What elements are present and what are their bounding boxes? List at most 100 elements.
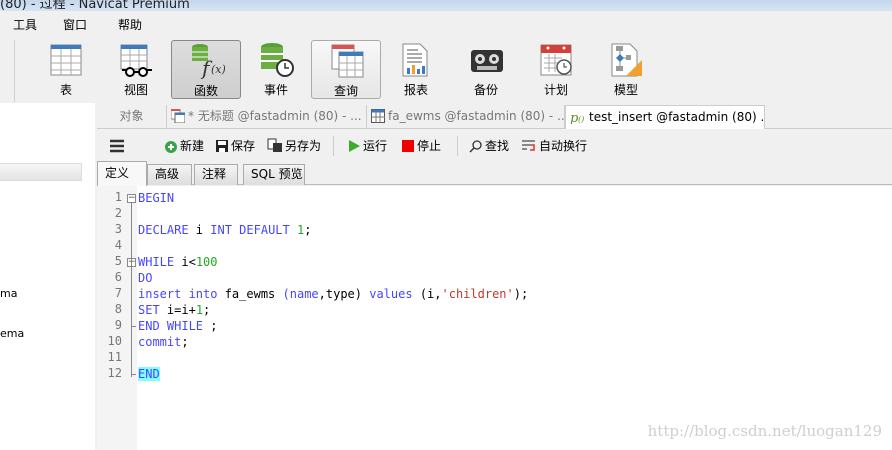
view-icon [120,44,152,77]
line-number: 9 [114,318,122,332]
code-token-kw: SET [138,303,160,317]
sidebar-item[interactable]: ema [0,327,24,340]
fold-line [131,203,132,377]
code-line: END WHILE ; [138,318,217,334]
code-token-id: (i, [412,287,442,301]
hamburger-menu-icon[interactable] [109,139,125,153]
code-token-num: 1 [195,303,204,317]
line-number: 10 [107,334,122,348]
play-icon [349,140,360,152]
fold-end [131,374,136,375]
line-number: 5 [114,254,122,268]
toolbar-view-button[interactable]: 视图 [101,40,171,99]
code-line: commit; [138,334,189,350]
code-token-kw: BEGIN [138,191,175,205]
procedure-icon: p() [570,111,584,126]
report-icon [402,43,428,77]
code-token-num: 100 [195,255,218,269]
add-icon [165,141,177,153]
code-token-id: fa_ewms [217,287,283,301]
toolbar-event-button[interactable]: 事件 [241,40,311,99]
code-token-id [290,223,297,237]
tab-bar: 对象 * 无标题 @fastadmin (80) - ... fa_ewms @… [97,103,892,129]
definition-tabs: 定义 高级 注释 SQL 预览 [97,160,892,186]
toolbar-model-button[interactable]: 模型 [591,40,661,99]
code-line: WHILE i<100 [138,254,218,270]
event-icon [261,43,294,77]
code-line: END [138,366,160,382]
svg-text:(x): (x) [211,63,225,76]
code-token-kw: name [289,287,319,301]
word-wrap-icon [522,140,535,151]
run-button[interactable]: 运行 [347,137,387,154]
menu-tools[interactable]: 工具 [13,16,37,33]
code-token-kw: WHILE [138,255,175,269]
toolbar-backup-button[interactable]: 备份 [451,40,521,99]
title-bar: (80) - 过程 - Navicat Premium [0,0,892,11]
toolbar-function-button[interactable]: f (x) 函数 [171,40,241,99]
stop-button[interactable]: 停止 [401,137,441,154]
tab-untitled-query[interactable]: * 无标题 @fastadmin (80) - ... [167,105,367,129]
new-button[interactable]: 新建 [163,137,204,154]
save-as-button[interactable]: 另存为 [267,137,321,154]
line-number: 4 [114,238,122,252]
line-number: 2 [114,206,122,220]
line-gutter: 123456789101112−− [97,186,137,450]
line-number: 7 [114,286,122,300]
save-icon [216,140,228,152]
code-token-id: ); [513,287,529,301]
save-button[interactable]: 保存 [215,137,255,154]
backup-icon [471,50,503,72]
line-number: 8 [114,302,122,316]
code-token-kw: INT DEFAULT [210,223,290,237]
code-line: DO [138,270,152,286]
function-icon: f (x) [192,44,225,79]
line-number: 1 [114,190,122,204]
subtab-advanced[interactable]: 高级 [147,164,192,185]
sidebar-item[interactable]: ma [0,287,17,300]
code-token-id: i [188,223,211,237]
tab-fa-ewms[interactable]: fa_ewms @fastadmin (80) - ... [367,105,565,129]
subtab-comment[interactable]: 注释 [194,164,238,185]
query-icon [170,108,186,124]
model-icon [611,43,642,77]
toolbar-query-button[interactable]: 查询 [311,40,381,99]
query-icon [331,44,364,78]
code-token-id: ; [304,223,312,237]
word-wrap-button[interactable]: 自动换行 [521,137,587,154]
code-token-kw: commit [138,335,182,349]
menu-window[interactable]: 窗口 [63,16,87,33]
tab-objects[interactable]: 对象 [97,105,167,129]
code-editor[interactable]: 123456789101112−− BEGINDECLARE i INT DEF… [97,186,892,450]
code-token-kw: END WHILE [138,319,204,333]
code-token-id: ; [181,335,189,349]
svg-text:(): () [578,115,584,124]
menu-help[interactable]: 帮助 [118,16,142,33]
sidebar-selected-item[interactable] [0,163,82,181]
search-icon [469,140,482,153]
fold-toggle-icon[interactable]: − [127,194,136,203]
stop-icon [402,140,414,152]
toolbar-schedule-button[interactable]: 计划 [521,40,591,99]
subtab-sql-preview[interactable]: SQL 预览 [243,164,305,185]
subtab-definition[interactable]: 定义 [97,161,147,186]
code-token-id: ; [203,319,218,333]
line-number: 6 [114,270,122,284]
code-line: insert into fa_ewms (name,type) values (… [138,286,528,302]
code-line: SET i=i+1; [138,302,210,318]
toolbar-table-button[interactable]: 表 [31,40,101,99]
code-line: BEGIN [138,190,174,206]
object-sidebar: ma ema [0,103,95,450]
code-token-kw: ( [282,287,290,301]
table-icon [371,109,385,123]
editor-toolbar: 新建 保存 另存为 运行 停止 查找 自动换行 [97,132,892,160]
code-token-kw: insert into [138,287,218,301]
save-as-icon [267,138,282,152]
divider [333,136,334,156]
find-button[interactable]: 查找 [469,137,509,154]
schedule-icon [540,44,572,76]
toolbar-report-button[interactable]: 报表 [381,40,451,99]
watermark: http://blog.csdn.net/luogan129 [647,422,882,440]
tab-test-insert[interactable]: p() test_insert @fastadmin (80) ... [565,105,765,129]
code-token-id: i=i+ [159,303,196,317]
